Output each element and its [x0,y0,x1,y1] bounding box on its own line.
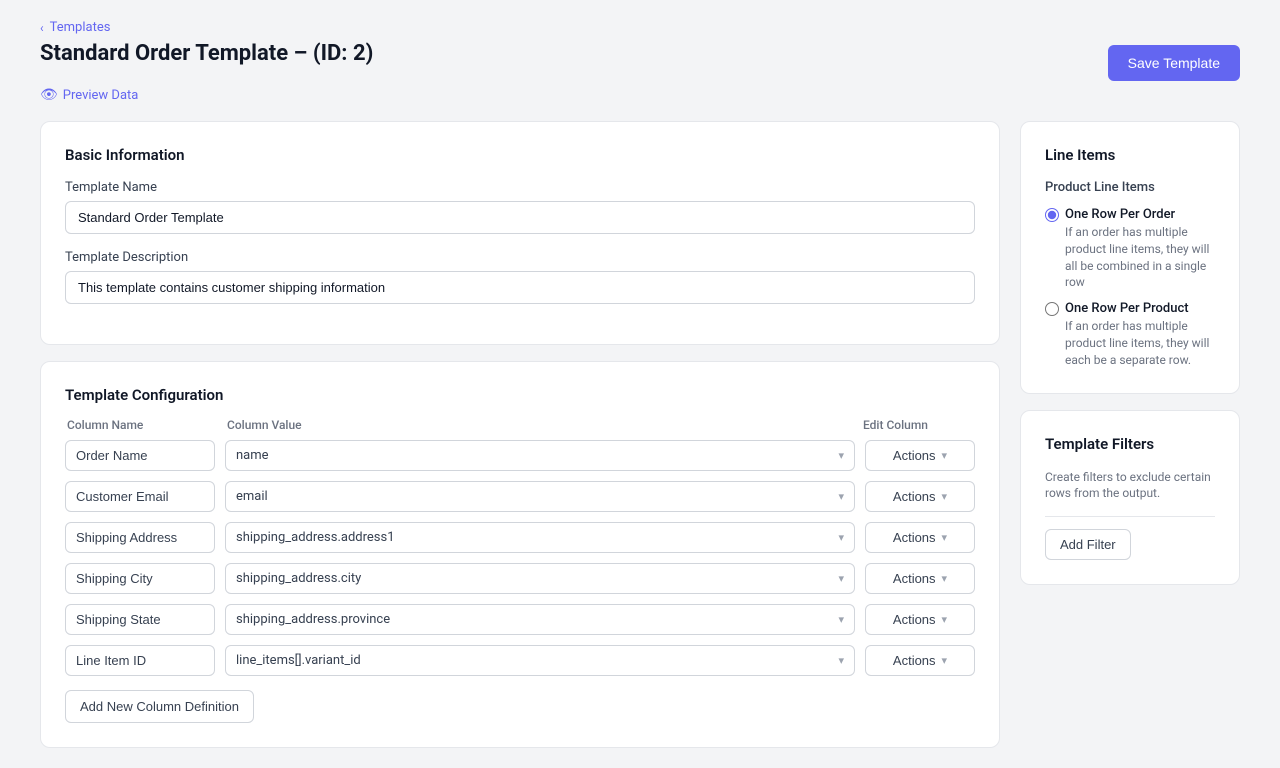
product-line-items-label: Product Line Items [1045,180,1215,195]
basic-info-title: Basic Information [65,146,975,164]
radio-option-two: One Row Per Product If an order has mult… [1045,301,1215,368]
table-row: shipping_address.address1 ▾ Actions ▾ [65,522,975,553]
add-filter-button[interactable]: Add Filter [1045,529,1131,560]
col-value-text: shipping_address.province [236,612,390,627]
line-items-title: Line Items [1045,146,1215,164]
chevron-down-icon: ▾ [838,654,844,667]
actions-button[interactable]: Actions ▾ [865,604,975,635]
chevron-down-icon: ▾ [838,572,844,585]
chevron-down-icon: ▾ [942,654,948,667]
actions-button[interactable]: Actions ▾ [865,440,975,471]
table-row: email ▾ Actions ▾ [65,481,975,512]
template-desc-label: Template Description [65,250,975,265]
breadcrumb[interactable]: ‹ Templates [40,20,1240,35]
chevron-down-icon: ▾ [838,613,844,626]
col-value-text: name [236,448,269,463]
divider [1045,516,1215,517]
radio-one-per-product-label: One Row Per Product [1065,301,1189,316]
radio-one-per-order[interactable] [1045,208,1059,222]
right-column: Line Items Product Line Items One Row Pe… [1020,121,1240,585]
actions-label: Actions [893,612,936,627]
template-name-input[interactable] [65,201,975,234]
actions-label: Actions [893,489,936,504]
col-value-dropdown[interactable]: shipping_address.address1 ▾ [225,522,855,553]
actions-label: Actions [893,653,936,668]
radio-one-per-product-desc: If an order has multiple product line it… [1045,318,1215,368]
template-filters-card: Template Filters Create filters to exclu… [1020,410,1240,586]
col-value-text: shipping_address.address1 [236,530,395,545]
filters-title: Template Filters [1045,435,1215,453]
chevron-down-icon: ▾ [838,490,844,503]
col-value-dropdown[interactable]: email ▾ [225,481,855,512]
col-value-dropdown[interactable]: shipping_address.province ▾ [225,604,855,635]
radio-option-one: One Row Per Order If an order has multip… [1045,207,1215,291]
chevron-left-icon: ‹ [40,21,44,35]
col-headers: Column Name Column Value Edit Column [65,418,975,432]
chevron-down-icon: ▾ [942,449,948,462]
col-name-input[interactable] [65,604,215,635]
col-value-dropdown[interactable]: name ▾ [225,440,855,471]
col-header-edit: Edit Column [863,418,973,432]
actions-label: Actions [893,530,936,545]
line-items-card: Line Items Product Line Items One Row Pe… [1020,121,1240,394]
col-value-text: email [236,489,268,504]
radio-one-per-product[interactable] [1045,302,1059,316]
table-row: line_items[].variant_id ▾ Actions ▾ [65,645,975,676]
filters-description: Create filters to exclude certain rows f… [1045,469,1215,503]
chevron-down-icon: ▾ [942,613,948,626]
preview-data-link[interactable]: 👁 Preview Data [40,87,1240,103]
chevron-down-icon: ▾ [942,531,948,544]
actions-label: Actions [893,448,936,463]
chevron-down-icon: ▾ [942,490,948,503]
radio-one-per-order-label: One Row Per Order [1065,207,1175,222]
col-value-dropdown[interactable]: line_items[].variant_id ▾ [225,645,855,676]
col-value-dropdown[interactable]: shipping_address.city ▾ [225,563,855,594]
col-value-text: shipping_address.city [236,571,361,586]
basic-info-card: Basic Information Template Name Template… [40,121,1000,345]
preview-data-label: Preview Data [63,88,139,103]
col-header-name: Column Name [67,418,217,432]
radio-one-per-order-desc: If an order has multiple product line it… [1045,224,1215,291]
actions-button[interactable]: Actions ▾ [865,563,975,594]
template-name-group: Template Name [65,180,975,234]
col-value-text: line_items[].variant_id [236,653,361,668]
table-row: shipping_address.city ▾ Actions ▾ [65,563,975,594]
template-desc-group: Template Description [65,250,975,304]
col-name-input[interactable] [65,481,215,512]
chevron-down-icon: ▾ [942,572,948,585]
col-name-input[interactable] [65,522,215,553]
eye-icon: 👁 [40,87,58,103]
chevron-down-icon: ▾ [838,531,844,544]
col-name-input[interactable] [65,440,215,471]
actions-button[interactable]: Actions ▾ [865,522,975,553]
radio-group: One Row Per Order If an order has multip… [1045,207,1215,369]
col-header-value: Column Value [227,418,853,432]
col-name-input[interactable] [65,645,215,676]
template-name-label: Template Name [65,180,975,195]
actions-button[interactable]: Actions ▾ [865,645,975,676]
breadcrumb-label: Templates [50,20,111,35]
actions-label: Actions [893,571,936,586]
config-title: Template Configuration [65,386,975,404]
template-desc-input[interactable] [65,271,975,304]
col-name-input[interactable] [65,563,215,594]
left-column: Basic Information Template Name Template… [40,121,1000,748]
chevron-down-icon: ▾ [838,449,844,462]
page-title: Standard Order Template – (ID: 2) [40,41,373,66]
table-row: name ▾ Actions ▾ [65,440,975,471]
table-row: shipping_address.province ▾ Actions ▾ [65,604,975,635]
actions-button[interactable]: Actions ▾ [865,481,975,512]
template-config-card: Template Configuration Column Name Colum… [40,361,1000,748]
save-template-button[interactable]: Save Template [1108,45,1240,81]
add-column-button[interactable]: Add New Column Definition [65,690,254,723]
